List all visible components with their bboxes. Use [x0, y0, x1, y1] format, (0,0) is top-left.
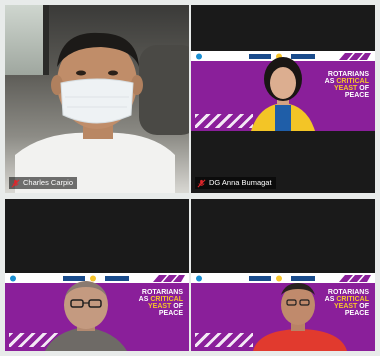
video-grid: Charles Carpio ROTARIANS AS CRITICAL YEA… — [0, 0, 380, 356]
mic-off-icon — [197, 179, 206, 187]
participant-tile-anna[interactable]: ROTARIANS AS CRITICAL YEAST OF PEACE DG … — [191, 5, 375, 193]
participant-tile-4[interactable]: ROTARIANS AS CRITICAL YEAST OF PEACE — [191, 199, 375, 351]
participant-video-person — [15, 32, 175, 193]
participant-name: DG Anna Bumagat — [209, 178, 272, 187]
participant-video-person — [251, 57, 315, 131]
mic-off-icon — [11, 179, 20, 187]
participant-tile-charles[interactable]: Charles Carpio — [5, 5, 189, 193]
participant-name-tag: DG Anna Bumagat — [195, 177, 276, 189]
participant-name-tag: Charles Carpio — [9, 177, 78, 189]
participant-name: Charles Carpio — [23, 178, 74, 187]
participant-tile-3[interactable]: ROTARIANS AS CRITICAL YEAST OF PEACE — [5, 199, 189, 351]
participant-video-person — [253, 283, 347, 351]
participant-video-person — [45, 281, 127, 351]
